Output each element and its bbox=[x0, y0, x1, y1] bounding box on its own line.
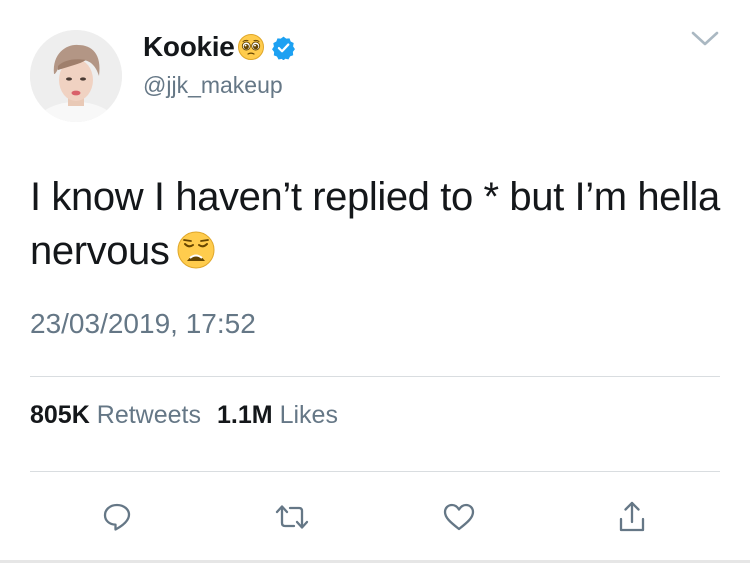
chevron-down-icon[interactable] bbox=[690, 28, 720, 50]
retweets-label[interactable]: Retweets bbox=[97, 401, 201, 430]
likes-count[interactable]: 1.1M bbox=[217, 401, 273, 430]
share-icon bbox=[619, 501, 645, 532]
display-name[interactable]: Kookie bbox=[143, 31, 235, 63]
divider bbox=[30, 376, 720, 377]
pleading-face-emoji bbox=[237, 34, 264, 60]
tweet-stats: 805K Retweets 1.1M Likes bbox=[30, 401, 354, 430]
tweet-body: I know I haven’t replied to * but I’m he… bbox=[30, 170, 720, 278]
like-button[interactable] bbox=[437, 495, 481, 539]
likes-label[interactable]: Likes bbox=[280, 401, 338, 430]
tweet-card: Kookie @jjk_makeup I know I haven’t repl… bbox=[0, 0, 750, 563]
tweet-timestamp[interactable]: 23/03/2019, 17:52 bbox=[30, 308, 256, 340]
divider bbox=[30, 471, 720, 472]
retweets-count[interactable]: 805K bbox=[30, 401, 90, 430]
retweet-button[interactable] bbox=[270, 495, 314, 539]
retweet-icon bbox=[275, 505, 309, 529]
avatar[interactable] bbox=[30, 30, 122, 122]
user-handle[interactable]: @jjk_makeup bbox=[143, 72, 283, 99]
reply-icon bbox=[103, 503, 131, 531]
heart-icon bbox=[443, 503, 475, 531]
avatar-image bbox=[30, 30, 122, 122]
verified-badge-icon bbox=[271, 36, 295, 60]
reply-button[interactable] bbox=[95, 495, 139, 539]
tweet-text: I know I haven’t replied to * but I’m he… bbox=[30, 175, 720, 273]
author-name-row[interactable]: Kookie bbox=[143, 30, 296, 64]
weary-face-emoji bbox=[177, 231, 215, 269]
action-bar bbox=[0, 495, 750, 539]
share-button[interactable] bbox=[610, 495, 654, 539]
